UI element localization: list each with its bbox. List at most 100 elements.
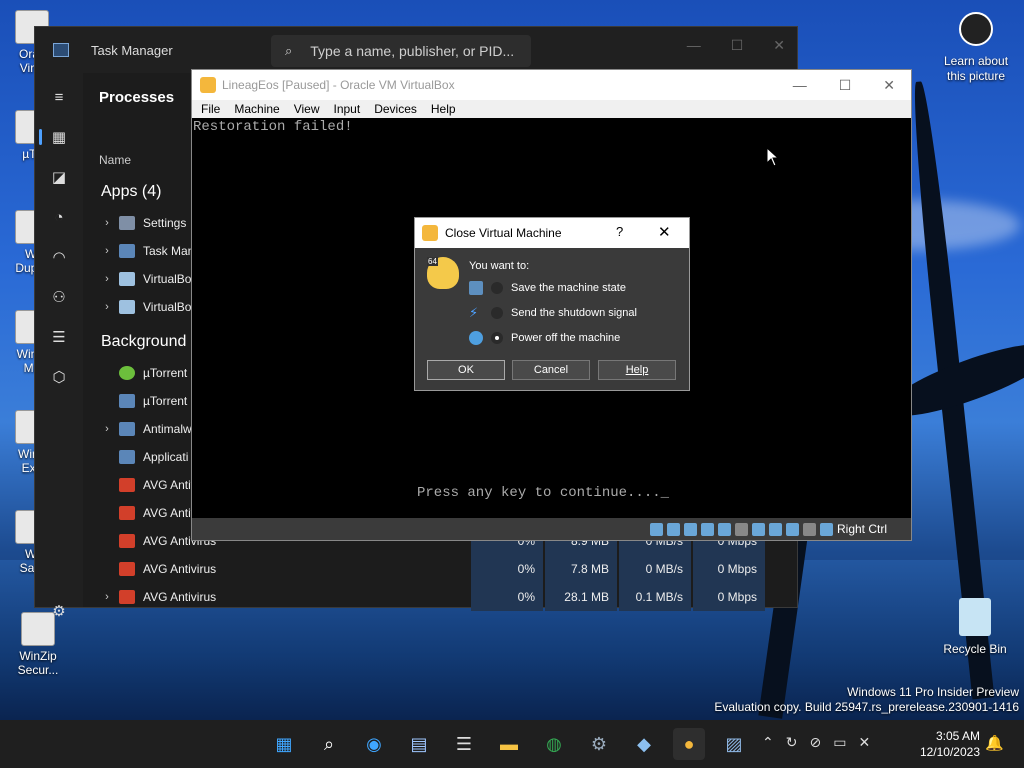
chevron-right-icon[interactable]: ›: [95, 301, 119, 313]
avg-icon: [119, 562, 135, 576]
window-app-icon: [119, 394, 135, 408]
recycle-bin[interactable]: Recycle Bin: [940, 598, 1010, 656]
chevron-right-icon[interactable]: ›: [95, 273, 119, 285]
settings-gear-icon[interactable]: ⚙: [35, 591, 83, 631]
edge-pre-icon[interactable]: ◉: [358, 728, 390, 760]
clock[interactable]: 3:05 AM 12/10/2023: [920, 728, 980, 760]
avg-icon: [119, 506, 135, 520]
users-icon[interactable]: ⚇: [35, 277, 83, 317]
host-key-label: Right Ctrl: [836, 522, 887, 536]
start-windows-icon[interactable]: ▦: [268, 728, 300, 760]
dialog-titlebar[interactable]: Close Virtual Machine: [415, 218, 689, 248]
optical-drive-icon[interactable]: [666, 522, 680, 536]
task-manager-icon[interactable]: ▨: [718, 728, 750, 760]
details-icon[interactable]: ☰: [35, 317, 83, 357]
nav-rail: ≡ ▦ ◪ ◔ ◠ ⚇ ☰ ⬡ ⚙: [35, 73, 83, 620]
learn-about-picture[interactable]: Learn about this picture: [936, 12, 1016, 84]
close-icon[interactable]: ✕: [883, 77, 895, 94]
recycle-bin-label: Recycle Bin: [943, 642, 1007, 656]
menu-help[interactable]: Help: [431, 102, 456, 116]
avg-icon: [119, 590, 135, 604]
close-icon[interactable]: ✕: [658, 223, 671, 241]
process-name: AVG Antivirus: [143, 590, 217, 604]
services-icon[interactable]: ⬡: [35, 357, 83, 397]
chevron-right-icon[interactable]: ›: [95, 245, 119, 257]
virtualbox-cube-icon[interactable]: ◆: [628, 728, 660, 760]
hard-disk-icon[interactable]: [649, 522, 663, 536]
virtualbox-menubar: File Machine View Input Devices Help: [192, 100, 911, 118]
chevron-right-icon[interactable]: ›: [95, 423, 119, 435]
minimize-icon[interactable]: —: [687, 37, 701, 54]
monitor-icon[interactable]: ▭: [833, 734, 846, 751]
minimize-icon[interactable]: —: [793, 77, 807, 94]
close-vm-dialog[interactable]: Close Virtual Machine ? ✕ 64 You want to…: [414, 217, 690, 391]
virtualbox-app-icon: [119, 300, 135, 314]
mouse-integration-icon[interactable]: [802, 522, 816, 536]
network-value: 0 Mbps: [693, 583, 765, 611]
help-button[interactable]: Help: [598, 360, 676, 380]
menu-view[interactable]: View: [294, 102, 320, 116]
chevron-up-icon[interactable]: ⌃: [762, 734, 774, 751]
clock-date: 12/10/2023: [919, 745, 980, 759]
display-icon[interactable]: [751, 522, 765, 536]
visual-studio-icon[interactable]: ▤: [403, 728, 435, 760]
search-input[interactable]: ⌕ Type a name, publisher, or PID...: [271, 35, 531, 67]
radio-shutdown-signal[interactable]: [491, 307, 503, 319]
system-tray: ⌃ ↻ ⊘ ▭ ✕: [762, 734, 870, 751]
usb-icon[interactable]: [717, 522, 731, 536]
audio-icon[interactable]: [683, 522, 697, 536]
keyboard-arrow-icon[interactable]: [819, 522, 833, 536]
radio-power-off[interactable]: [491, 332, 503, 344]
menu-input[interactable]: Input: [334, 102, 361, 116]
network-icon[interactable]: [700, 522, 714, 536]
windows-watermark: Windows 11 Pro Insider Preview Evaluatio…: [714, 685, 1019, 715]
learn-about-label: Learn about this picture: [943, 54, 1009, 83]
virtualbox-vm-icon[interactable]: ●: [673, 728, 705, 760]
virtualbox-64-badge: 64: [427, 257, 438, 266]
menu-file[interactable]: File: [201, 102, 220, 116]
chevron-right-icon[interactable]: ›: [95, 217, 119, 229]
cpu-icon[interactable]: [785, 522, 799, 536]
volume-muted-icon[interactable]: ✕: [858, 734, 870, 751]
close-icon[interactable]: ✕: [773, 37, 785, 54]
vm-restoration-message: Restoration failed!: [193, 119, 353, 135]
recording-icon[interactable]: [768, 522, 782, 536]
help-icon[interactable]: ?: [616, 224, 623, 239]
chevron-right-icon[interactable]: ›: [95, 591, 119, 603]
avg-icon: [119, 534, 135, 548]
startup-apps-icon[interactable]: ◠: [35, 237, 83, 277]
virtualbox-icon: [200, 77, 216, 93]
disk-value: 0.1 MB/s: [619, 583, 691, 611]
performance-icon[interactable]: ◪: [35, 157, 83, 197]
sync-icon[interactable]: ↻: [786, 734, 798, 751]
ok-button[interactable]: OK: [427, 360, 505, 380]
table-row[interactable]: › AVG Antivirus 0% 28.1 MB 0.1 MB/s 0 Mb…: [83, 583, 799, 611]
menu-devices[interactable]: Devices: [374, 102, 417, 116]
chrome-icon[interactable]: ◍: [538, 728, 570, 760]
notification-bell-icon[interactable]: 🔔: [985, 734, 1004, 752]
processes-icon[interactable]: ▦: [35, 117, 83, 157]
app-history-icon[interactable]: ◔: [35, 197, 83, 237]
maximize-icon[interactable]: ☐: [839, 77, 852, 94]
column-header-name[interactable]: Name: [99, 153, 131, 167]
cancel-button[interactable]: Cancel: [512, 360, 590, 380]
hamburger-icon[interactable]: ≡: [35, 77, 83, 117]
search-icon[interactable]: ⌕: [313, 728, 345, 760]
shared-folders-icon[interactable]: [734, 522, 748, 536]
option-shutdown-signal[interactable]: ⚡ Send the shutdown signal: [469, 306, 637, 320]
apps-section-header: Apps (4): [101, 183, 162, 200]
file-explorer-icon[interactable]: ▬: [493, 728, 525, 760]
radio-save-state[interactable]: [491, 282, 503, 294]
watermark-line: Evaluation copy. Build 25947.rs_prerelea…: [714, 700, 1019, 714]
settings-gear-icon[interactable]: ⚙: [583, 728, 615, 760]
option-save-state[interactable]: Save the machine state: [469, 281, 626, 295]
option-power-off[interactable]: Power off the machine: [469, 331, 620, 345]
save-state-icon: [469, 281, 483, 295]
maximize-icon[interactable]: ☐: [731, 37, 744, 54]
search-icon: ⌕: [285, 43, 293, 58]
archive-app-icon[interactable]: ☰: [448, 728, 480, 760]
task-manager-window-controls: — ☐ ✕: [687, 37, 785, 54]
menu-machine[interactable]: Machine: [234, 102, 279, 116]
network-off-icon[interactable]: ⊘: [809, 734, 821, 751]
table-row[interactable]: AVG Antivirus 0% 7.8 MB 0 MB/s 0 Mbps: [83, 555, 799, 583]
